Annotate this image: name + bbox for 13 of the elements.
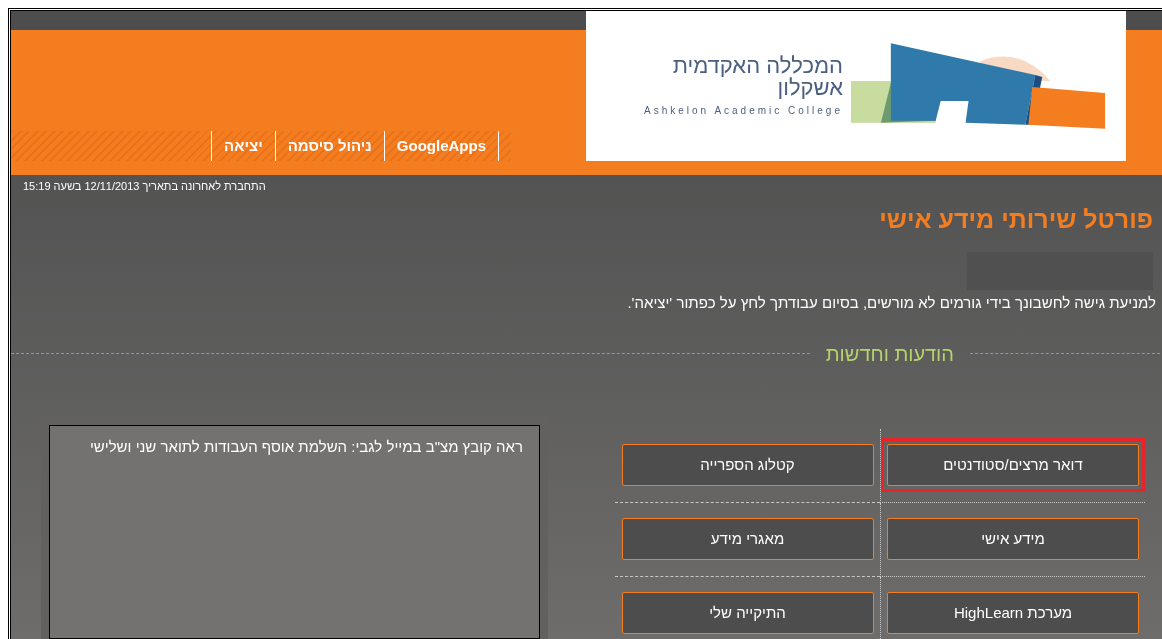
logo-subtitle: Ashkelon Academic College <box>644 103 843 118</box>
last-login-text: התחברת לאחרונה בתאריך 12/11/2013 בשעה 15:19 <box>22 179 267 194</box>
news-text: ראה קובץ מצ"ב במייל לגבי: השלמת אוסף העבודות לתואר שני ושלישי <box>88 436 523 457</box>
notice-text: למניעת גישה לחשבונך בידי גורמים לא מורשים, בסיום עבודתך לחץ על כפתור 'יציאה'. <box>626 293 1156 313</box>
service-button[interactable]: מידע אישי <box>887 518 1139 560</box>
page-title: פורטל שירותי מידע אישי <box>878 203 1153 235</box>
service-button[interactable]: מאגרי מידע <box>621 518 874 560</box>
logo-text: המכללה האקדמית אשקלון <box>671 54 843 99</box>
service-button[interactable]: התיקייה שלי <box>621 592 874 634</box>
section-heading: הודעות וחדשות <box>824 341 955 367</box>
service-button[interactable]: דואר מרצים/סטודנטים <box>887 444 1139 486</box>
service-button[interactable]: קטלוג הספרייה <box>621 444 874 486</box>
service-button[interactable]: מערכת HighLearn <box>887 592 1139 634</box>
